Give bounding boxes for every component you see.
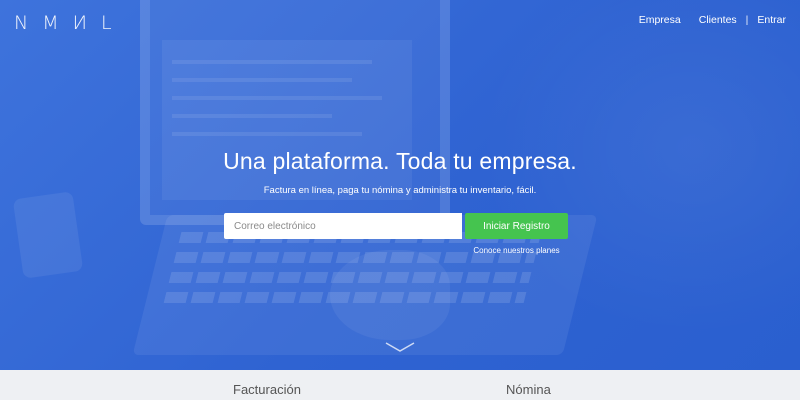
hero-section: N M И L Empresa Clientes | Entrar Una pl…	[0, 0, 800, 370]
hand-illustration	[330, 250, 450, 340]
nav-separator: |	[745, 14, 749, 26]
top-nav: Empresa Clientes | Entrar	[639, 14, 786, 26]
features-tab-bar: Facturación Nómina	[0, 370, 800, 400]
tab-nomina[interactable]: Nómina	[506, 382, 551, 397]
hero-headline: Una plataforma. Toda tu empresa.	[223, 148, 577, 174]
chevron-down-icon[interactable]	[384, 341, 416, 353]
screen-row-illustration	[172, 96, 382, 100]
brand-logo[interactable]: N M И L	[14, 12, 118, 34]
email-input[interactable]	[224, 213, 462, 239]
plans-link[interactable]: Conoce nuestros planes	[465, 246, 568, 255]
screen-row-illustration	[172, 114, 332, 118]
start-registration-button[interactable]: Iniciar Registro	[465, 213, 568, 239]
screen-row-illustration	[172, 132, 362, 136]
logo-letter: И	[72, 12, 93, 34]
nav-link-entrar[interactable]: Entrar	[757, 14, 786, 26]
nav-link-empresa[interactable]: Empresa	[639, 14, 681, 26]
screen-row-illustration	[172, 78, 352, 82]
laptop-display-illustration	[162, 40, 412, 200]
tab-facturacion[interactable]: Facturación	[233, 382, 301, 397]
phone-illustration	[12, 191, 84, 279]
screen-row-illustration	[172, 60, 372, 64]
logo-letter: L	[100, 12, 118, 34]
nav-link-clientes[interactable]: Clientes	[699, 14, 737, 26]
logo-letter: M	[42, 12, 65, 34]
landing-page: N M И L Empresa Clientes | Entrar Una pl…	[0, 0, 800, 400]
hero-subheadline: Factura en línea, paga tu nómina y admin…	[263, 185, 537, 196]
logo-letter: N	[14, 12, 35, 34]
